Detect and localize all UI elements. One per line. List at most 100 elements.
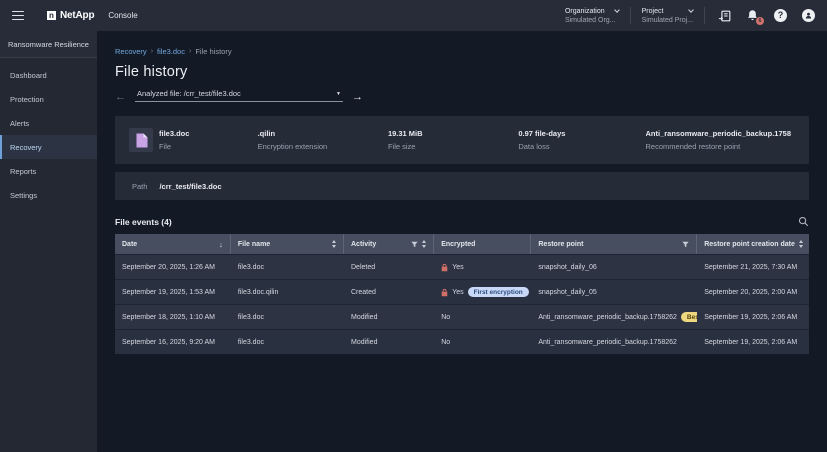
cell-file-name: file3.doc.qilin <box>231 280 344 304</box>
path-label: Path <box>132 182 147 191</box>
file-events-header: File events (4) <box>115 216 809 227</box>
project-value: Simulated Proj... <box>642 17 693 24</box>
cell-restore-point: Anti_ransomware_periodic_backup.1758262 <box>531 330 697 354</box>
account-icon <box>802 9 815 22</box>
notification-badge: 6 <box>756 17 764 25</box>
menu-icon[interactable] <box>12 11 24 21</box>
analyzed-file-label: Analyzed file: /crr_test/file3.doc <box>137 89 241 98</box>
cell-date: September 16, 2025, 9:20 AM <box>115 330 231 354</box>
cell-restore-point-creation-date: September 19, 2025, 2:06 AM <box>697 305 809 329</box>
file-navigation: ← Analyzed file: /crr_test/file3.doc ▼ → <box>115 89 809 102</box>
console-panel-button[interactable] <box>716 7 733 24</box>
page-title: File history <box>115 64 809 80</box>
sort-icon[interactable] <box>422 240 426 248</box>
sidebar-item-recovery[interactable]: Recovery <box>0 135 97 159</box>
sort-icon[interactable] <box>332 240 336 248</box>
encrypted-value: No <box>441 339 450 346</box>
table-header: Date ↓ File name Activity Encrypted Rest… <box>115 234 809 254</box>
table-row[interactable]: September 18, 2025, 1:10 AM file3.doc Mo… <box>115 304 809 329</box>
analyzed-file-select[interactable]: Analyzed file: /crr_test/file3.doc ▼ <box>135 89 343 102</box>
cell-restore-point-creation-date: September 19, 2025, 2:06 AM <box>697 330 809 354</box>
breadcrumb: Recovery›file3.doc›File history <box>115 47 809 56</box>
encrypted-value: Yes <box>452 289 463 296</box>
table-row[interactable]: September 20, 2025, 1:26 AM file3.doc De… <box>115 254 809 279</box>
breadcrumb-item[interactable]: file3.doc <box>157 47 185 56</box>
cell-activity: Created <box>344 280 434 304</box>
sidebar: Ransomware Resilience DashboardProtectio… <box>0 31 97 452</box>
console-label: Console <box>108 11 137 20</box>
cell-date: September 19, 2025, 1:53 AM <box>115 280 231 304</box>
select-caret-icon: ▼ <box>336 91 341 97</box>
cell-date: September 20, 2025, 1:26 AM <box>115 255 231 279</box>
previous-file-arrow[interactable]: ← <box>115 92 126 102</box>
sidebar-item-alerts[interactable]: Alerts <box>0 111 97 135</box>
file-events-title: File events (4) <box>115 217 172 227</box>
help-icon: ? <box>774 9 787 22</box>
search-button[interactable] <box>798 216 809 227</box>
console-panel-icon <box>718 9 732 23</box>
cell-activity: Deleted <box>344 255 434 279</box>
path-value: /crr_test/file3.doc <box>159 182 221 191</box>
summary-item: .qilin Encryption extension <box>258 129 388 151</box>
breadcrumb-separator: › <box>189 48 191 55</box>
account-button[interactable] <box>800 7 817 24</box>
filter-icon[interactable] <box>411 241 418 248</box>
filter-icon[interactable] <box>682 241 689 248</box>
sidebar-item-dashboard[interactable]: Dashboard <box>0 63 97 87</box>
first-encryption-badge: First encryption <box>468 287 529 297</box>
breadcrumb-item[interactable]: Recovery <box>115 47 147 56</box>
summary-label: Data loss <box>518 142 645 151</box>
cell-encrypted: Yes <box>434 255 531 279</box>
organization-value: Simulated Org... <box>565 17 619 24</box>
column-header-activity[interactable]: Activity <box>344 234 434 254</box>
summary-item: file3.doc File <box>159 129 258 151</box>
restore-point-value: Anti_ransomware_periodic_backup.1758262 <box>538 339 677 346</box>
column-header-encrypted[interactable]: Encrypted <box>434 234 531 254</box>
table-row[interactable]: September 19, 2025, 1:53 AM file3.doc.qi… <box>115 279 809 304</box>
cell-file-name: file3.doc <box>231 330 344 354</box>
table-body: September 20, 2025, 1:26 AM file3.doc De… <box>115 254 809 354</box>
column-header-date[interactable]: Date ↓ <box>115 234 231 254</box>
column-header-restore-point-creation-date[interactable]: Restore point creation date <box>697 234 809 254</box>
cell-activity: Modified <box>344 330 434 354</box>
topbar-divider <box>630 7 631 24</box>
summary-label: File <box>159 142 258 151</box>
cell-file-name: file3.doc <box>231 255 344 279</box>
restore-point-value: snapshot_daily_05 <box>538 289 596 296</box>
sidebar-nav: DashboardProtectionAlertsRecoveryReports… <box>0 63 97 207</box>
lock-icon <box>441 288 448 297</box>
cell-restore-point: Anti_ransomware_periodic_backup.1758262 … <box>531 305 697 329</box>
restore-point-value: Anti_ransomware_periodic_backup.1758262 <box>538 314 677 321</box>
sidebar-item-settings[interactable]: Settings <box>0 183 97 207</box>
column-header-restore-point[interactable]: Restore point <box>531 234 697 254</box>
file-summary-card: file3.doc File .qilin Encryption extensi… <box>115 116 809 164</box>
project-switcher[interactable]: Project Simulated Proj... <box>642 8 693 24</box>
sidebar-item-reports[interactable]: Reports <box>0 159 97 183</box>
search-icon <box>798 216 809 227</box>
table-row[interactable]: September 16, 2025, 9:20 AM file3.doc Mo… <box>115 329 809 354</box>
help-button[interactable]: ? <box>772 7 789 24</box>
cell-encrypted: Yes First encryption <box>434 280 531 304</box>
netapp-logo-mark: n <box>47 11 56 20</box>
lock-icon <box>441 263 448 272</box>
breadcrumb-separator: › <box>151 48 153 55</box>
best-badge: Best <box>681 312 697 322</box>
summary-item: Anti_ransomware_periodic_backup.1758 Rec… <box>646 129 795 151</box>
sort-icon[interactable] <box>799 240 803 248</box>
sidebar-item-protection[interactable]: Protection <box>0 87 97 111</box>
next-file-arrow[interactable]: → <box>352 92 363 102</box>
organization-label: Organization <box>565 8 605 15</box>
sidebar-title: Ransomware Resilience <box>0 31 97 58</box>
notifications-button[interactable]: 6 <box>744 7 761 24</box>
restore-point-value: snapshot_daily_06 <box>538 264 596 271</box>
organization-switcher[interactable]: Organization Simulated Org... <box>565 8 619 24</box>
column-header-file-name[interactable]: File name <box>231 234 344 254</box>
summary-label: Encryption extension <box>258 142 388 151</box>
cell-restore-point: snapshot_daily_05 <box>531 280 697 304</box>
cell-activity: Modified <box>344 305 434 329</box>
file-events-table: Date ↓ File name Activity Encrypted Rest… <box>115 234 809 354</box>
summary-value: .qilin <box>258 129 388 138</box>
topbar-divider <box>704 7 705 24</box>
sort-descending-icon[interactable]: ↓ <box>219 240 223 249</box>
main-content: Recovery›file3.doc›File history File his… <box>97 31 827 452</box>
